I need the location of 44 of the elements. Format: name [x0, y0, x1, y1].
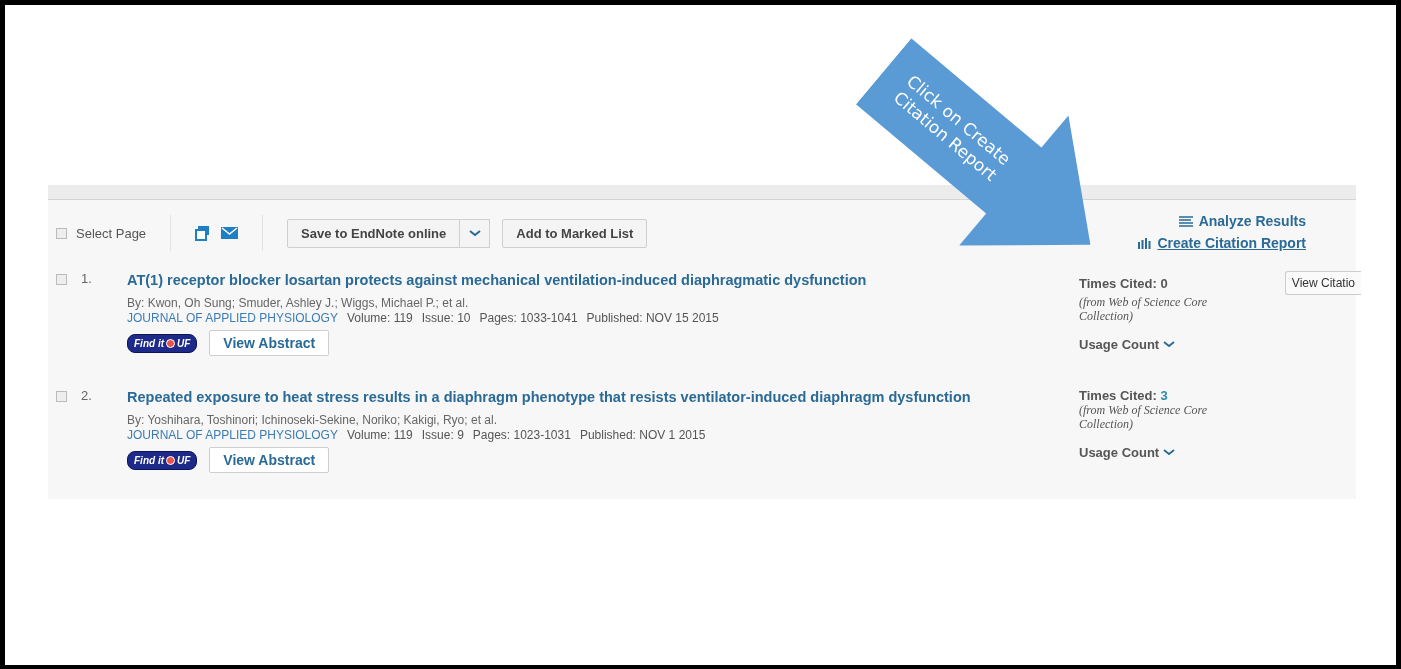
chevron-down-icon — [1163, 449, 1176, 456]
times-cited-count-link[interactable]: 3 — [1160, 388, 1168, 403]
select-page-label: Select Page — [76, 225, 147, 241]
record-detail: Issue: 10 — [421, 311, 471, 325]
record-number: 2. — [80, 388, 93, 405]
checkbox[interactable] — [56, 391, 67, 402]
journal-link[interactable]: JOURNAL OF APPLIED PHYSIOLOGY — [127, 428, 338, 442]
print-icon[interactable] — [195, 225, 212, 241]
record-detail: Volume: 119 — [346, 428, 413, 442]
record-detail: Published: NOV 1 2015 — [579, 428, 706, 442]
view-abstract-button[interactable]: View Abstract — [209, 447, 330, 473]
chevron-down-icon — [468, 229, 481, 237]
email-icon[interactable] — [221, 227, 239, 239]
authors-text: By: Yoshihara, Toshinori; Ichinoseki-Sekine, Noriko; Kakigi, Ryo; et al. — [127, 413, 498, 427]
source-note: (from Web of Science Core Collection) — [1079, 403, 1208, 431]
view-abstract-button[interactable]: View Abstract — [209, 330, 330, 356]
view-citation-button[interactable]: View Citatio — [1284, 271, 1361, 295]
save-button[interactable]: Save to EndNote online — [287, 218, 461, 248]
record-title-link[interactable]: Repeated exposure to heat stress results in a diaphragm phenotype that resists ventilator-induced diaphragm dysfunction — [127, 388, 1032, 407]
record-detail: Pages: 1023-1031 — [472, 428, 571, 442]
usage-count-toggle[interactable]: Usage Count — [1079, 337, 1176, 352]
checkbox[interactable] — [56, 274, 67, 285]
record-detail: Pages: 1033-1041 — [479, 311, 578, 325]
dropdown-button[interactable] — [460, 218, 491, 248]
find-it-badge[interactable]: Find it UF — [127, 333, 198, 353]
circle-logo-icon — [166, 338, 175, 348]
find-it-badge[interactable]: Find it UF — [127, 450, 198, 470]
analyze-results-link[interactable]: Analyze Results — [1198, 213, 1306, 229]
chevron-down-icon — [1163, 341, 1176, 348]
times-cited-count-link[interactable]: 0 — [1160, 275, 1168, 291]
list-icon — [1178, 215, 1193, 227]
checkbox[interactable] — [56, 227, 67, 239]
authors-text: By: Kwon, Oh Sung; Smuder, Ashley J.; Wiggs, Michael P.; et al. — [127, 296, 470, 310]
bar-chart-icon — [1138, 237, 1152, 249]
record-detail: Issue: 9 — [421, 428, 464, 442]
record-number: 1. — [80, 271, 93, 288]
record-detail: Published: NOV 15 2015 — [586, 311, 719, 325]
journal-link[interactable]: JOURNAL OF APPLIED PHYSIOLOGY — [127, 311, 338, 325]
times-cited-text: Times Cited: 3 — [1079, 388, 1168, 403]
usage-count-toggle[interactable]: Usage Count — [1079, 445, 1176, 460]
create-citation-report-link[interactable]: Create Citation Report — [1157, 235, 1306, 251]
circle-logo-icon — [166, 455, 175, 465]
add-to-marked-list-button[interactable]: Add to Marked List — [502, 218, 648, 248]
record-detail: Volume: 119 — [346, 311, 413, 325]
